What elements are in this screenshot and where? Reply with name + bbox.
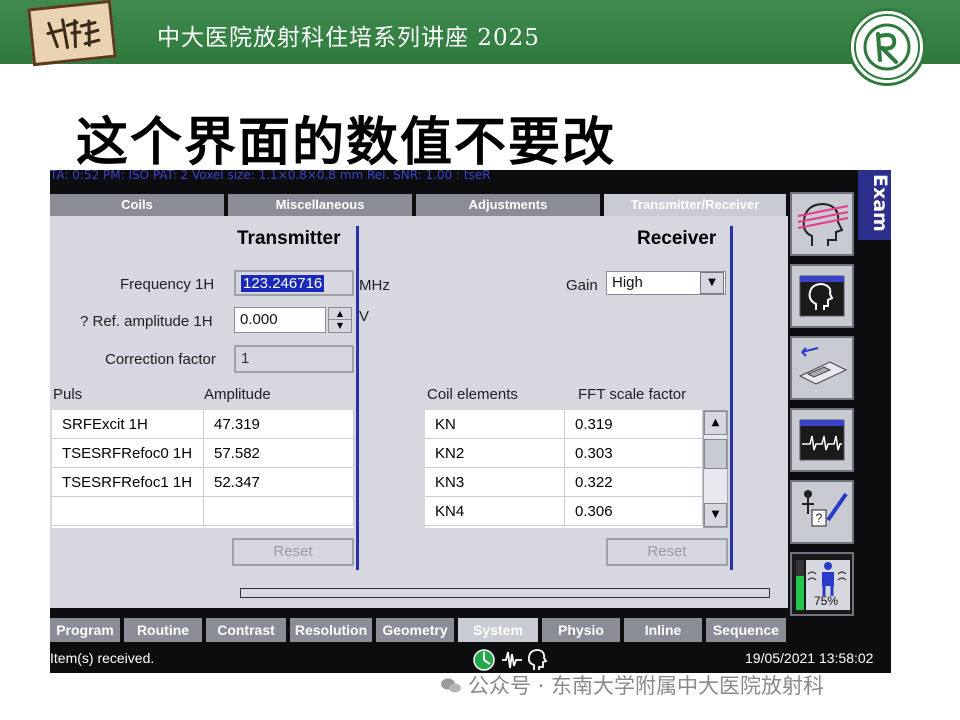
puls-cell: TSESRFRefoc0 1H <box>52 439 204 468</box>
head-icon <box>527 649 548 670</box>
hospital-seal-icon <box>848 8 926 86</box>
transmitter-receiver-panel: Transmitter Frequency 1H 123.246716 MHz … <box>50 216 788 608</box>
table-row[interactable]: KN 0.319 <box>425 410 703 439</box>
tab-miscellaneous[interactable]: Miscellaneous <box>228 194 414 216</box>
fft-scale-column-header: FFT scale factor <box>578 386 687 403</box>
frequency-field[interactable]: 123.246716 <box>234 270 354 296</box>
status-datetime: 19/05/2021 13:58:02 <box>745 650 874 666</box>
residency-logo <box>27 0 117 67</box>
coil-table: KN 0.319 KN2 0.303 KN3 0.322 KN4 0.306 <box>425 410 703 528</box>
stepper-down-icon[interactable]: ▼ <box>329 320 351 332</box>
watermark-text: 公众号 · 东南大学附属中大医院放射科 <box>468 674 825 698</box>
tab-system[interactable]: System <box>458 618 540 642</box>
puls-cell: SRFExcit 1H <box>52 410 204 439</box>
tab-sequence[interactable]: Sequence <box>706 618 788 642</box>
ref-amplitude-stepper[interactable]: ▲ ▼ <box>328 307 352 333</box>
tab-adjustments[interactable]: Adjustments <box>416 194 602 216</box>
receiver-title: Receiver <box>637 228 717 249</box>
svg-text:?: ? <box>816 511 823 525</box>
frequency-unit: MHz <box>359 277 390 294</box>
mr-console-screen: TA: 0:52 PM: ISO PAT: 2 Voxel size: 1.1×… <box>50 170 891 673</box>
coil-cell: KN <box>425 410 565 439</box>
puls-column-header: Puls <box>53 386 83 403</box>
top-tabs: Coils Miscellaneous Adjustments Transmit… <box>50 194 788 216</box>
amplitude-cell: 52.347 <box>204 468 354 497</box>
progress-bar <box>240 588 770 598</box>
table-row[interactable]: TSESRFRefoc1 1H 52.347 <box>52 468 354 497</box>
transmitter-title: Transmitter <box>237 228 341 249</box>
status-bar: Item(s) received. 19/05/2021 13:58:02 <box>50 646 891 673</box>
patient-level-label: 75% <box>814 594 839 608</box>
scroll-down-icon[interactable]: ▼ <box>704 503 727 527</box>
table-row[interactable]: KN2 0.303 <box>425 439 703 468</box>
status-message: Item(s) received. <box>50 650 155 666</box>
correction-factor-field[interactable]: 1 <box>234 345 354 373</box>
fft-cell: 0.322 <box>565 468 703 497</box>
bottom-tabs: Program Routine Contrast Resolution Geom… <box>50 618 788 642</box>
table-row[interactable]: SRFExcit 1H 47.319 <box>52 410 354 439</box>
table-row[interactable]: KN3 0.322 <box>425 468 703 497</box>
residency-calligraphy-icon <box>46 18 101 50</box>
fft-cell: 0.319 <box>565 410 703 439</box>
tab-coils[interactable]: Coils <box>50 194 226 216</box>
receiver-reset-button[interactable]: Reset <box>606 538 728 566</box>
coil-table-scrollbar[interactable]: ▲ ▼ <box>703 410 728 528</box>
patient-level-icon[interactable]: 75% <box>790 552 854 616</box>
transmitter-reset-button[interactable]: Reset <box>232 538 354 566</box>
fft-cell: 0.303 <box>565 439 703 468</box>
coil-cell: KN4 <box>425 497 565 526</box>
waveform-window-icon[interactable] <box>790 408 854 472</box>
receiver-divider <box>730 226 733 570</box>
tab-program[interactable]: Program <box>50 618 122 642</box>
head-slices-icon[interactable] <box>790 192 854 256</box>
table-move-icon[interactable] <box>790 336 854 400</box>
coil-cell: KN3 <box>425 468 565 497</box>
amplitude-column-header: Amplitude <box>204 386 271 403</box>
correction-factor-label: Correction factor <box>105 351 216 368</box>
scroll-thumb[interactable] <box>704 439 727 469</box>
signal-icon <box>502 651 522 669</box>
protocol-info-strip: TA: 0:52 PM: ISO PAT: 2 Voxel size: 1.1×… <box>50 170 491 182</box>
tab-routine[interactable]: Routine <box>124 618 204 642</box>
amplitude-cell: 57.582 <box>204 439 354 468</box>
head-window-icon[interactable] <box>790 264 854 328</box>
help-pen-icon[interactable]: ? <box>790 480 854 544</box>
stepper-up-icon[interactable]: ▲ <box>329 308 351 320</box>
frequency-value: 123.246716 <box>241 275 325 292</box>
wechat-icon <box>440 676 462 694</box>
chevron-down-icon[interactable]: ▼ <box>700 272 724 294</box>
ref-amplitude-field[interactable]: 0.000 <box>234 307 326 333</box>
scroll-up-icon[interactable]: ▲ <box>704 411 727 435</box>
gain-label: Gain <box>566 277 598 294</box>
tab-contrast[interactable]: Contrast <box>206 618 288 642</box>
tab-physio[interactable]: Physio <box>542 618 622 642</box>
table-row[interactable] <box>52 497 354 526</box>
tab-resolution[interactable]: Resolution <box>290 618 374 642</box>
puls-table: SRFExcit 1H 47.319 TSESRFRefoc0 1H 57.58… <box>52 410 354 528</box>
wechat-watermark: 公众号 · 东南大学附属中大医院放射科 <box>440 670 824 700</box>
header-banner: 中大医院放射科住培系列讲座 2025 <box>0 0 960 86</box>
ref-amplitude-label: ? Ref. amplitude 1H <box>80 313 213 330</box>
frequency-label: Frequency 1H <box>120 276 215 293</box>
fft-cell: 0.306 <box>565 497 703 526</box>
coil-cell: KN2 <box>425 439 565 468</box>
ref-amplitude-unit: V <box>359 308 370 325</box>
clock-icon <box>473 649 495 671</box>
slide-heading: 这个界面的数值不要改 <box>76 113 617 173</box>
tab-geometry[interactable]: Geometry <box>376 618 456 642</box>
table-row[interactable]: TSESRFRefoc0 1H 57.582 <box>52 439 354 468</box>
puls-cell: TSESRFRefoc1 1H <box>52 468 204 497</box>
tab-inline[interactable]: Inline <box>624 618 704 642</box>
tab-transmitter-receiver[interactable]: Transmitter/Receiver <box>604 194 788 216</box>
puls-cell <box>52 497 204 526</box>
banner-title: 中大医院放射科住培系列讲座 2025 <box>157 25 540 51</box>
table-row[interactable]: KN4 0.306 <box>425 497 703 526</box>
amplitude-cell: 47.319 <box>204 410 354 439</box>
exam-tab[interactable]: Exam <box>858 170 891 240</box>
coil-elements-column-header: Coil elements <box>427 386 518 403</box>
amplitude-cell <box>204 497 354 526</box>
